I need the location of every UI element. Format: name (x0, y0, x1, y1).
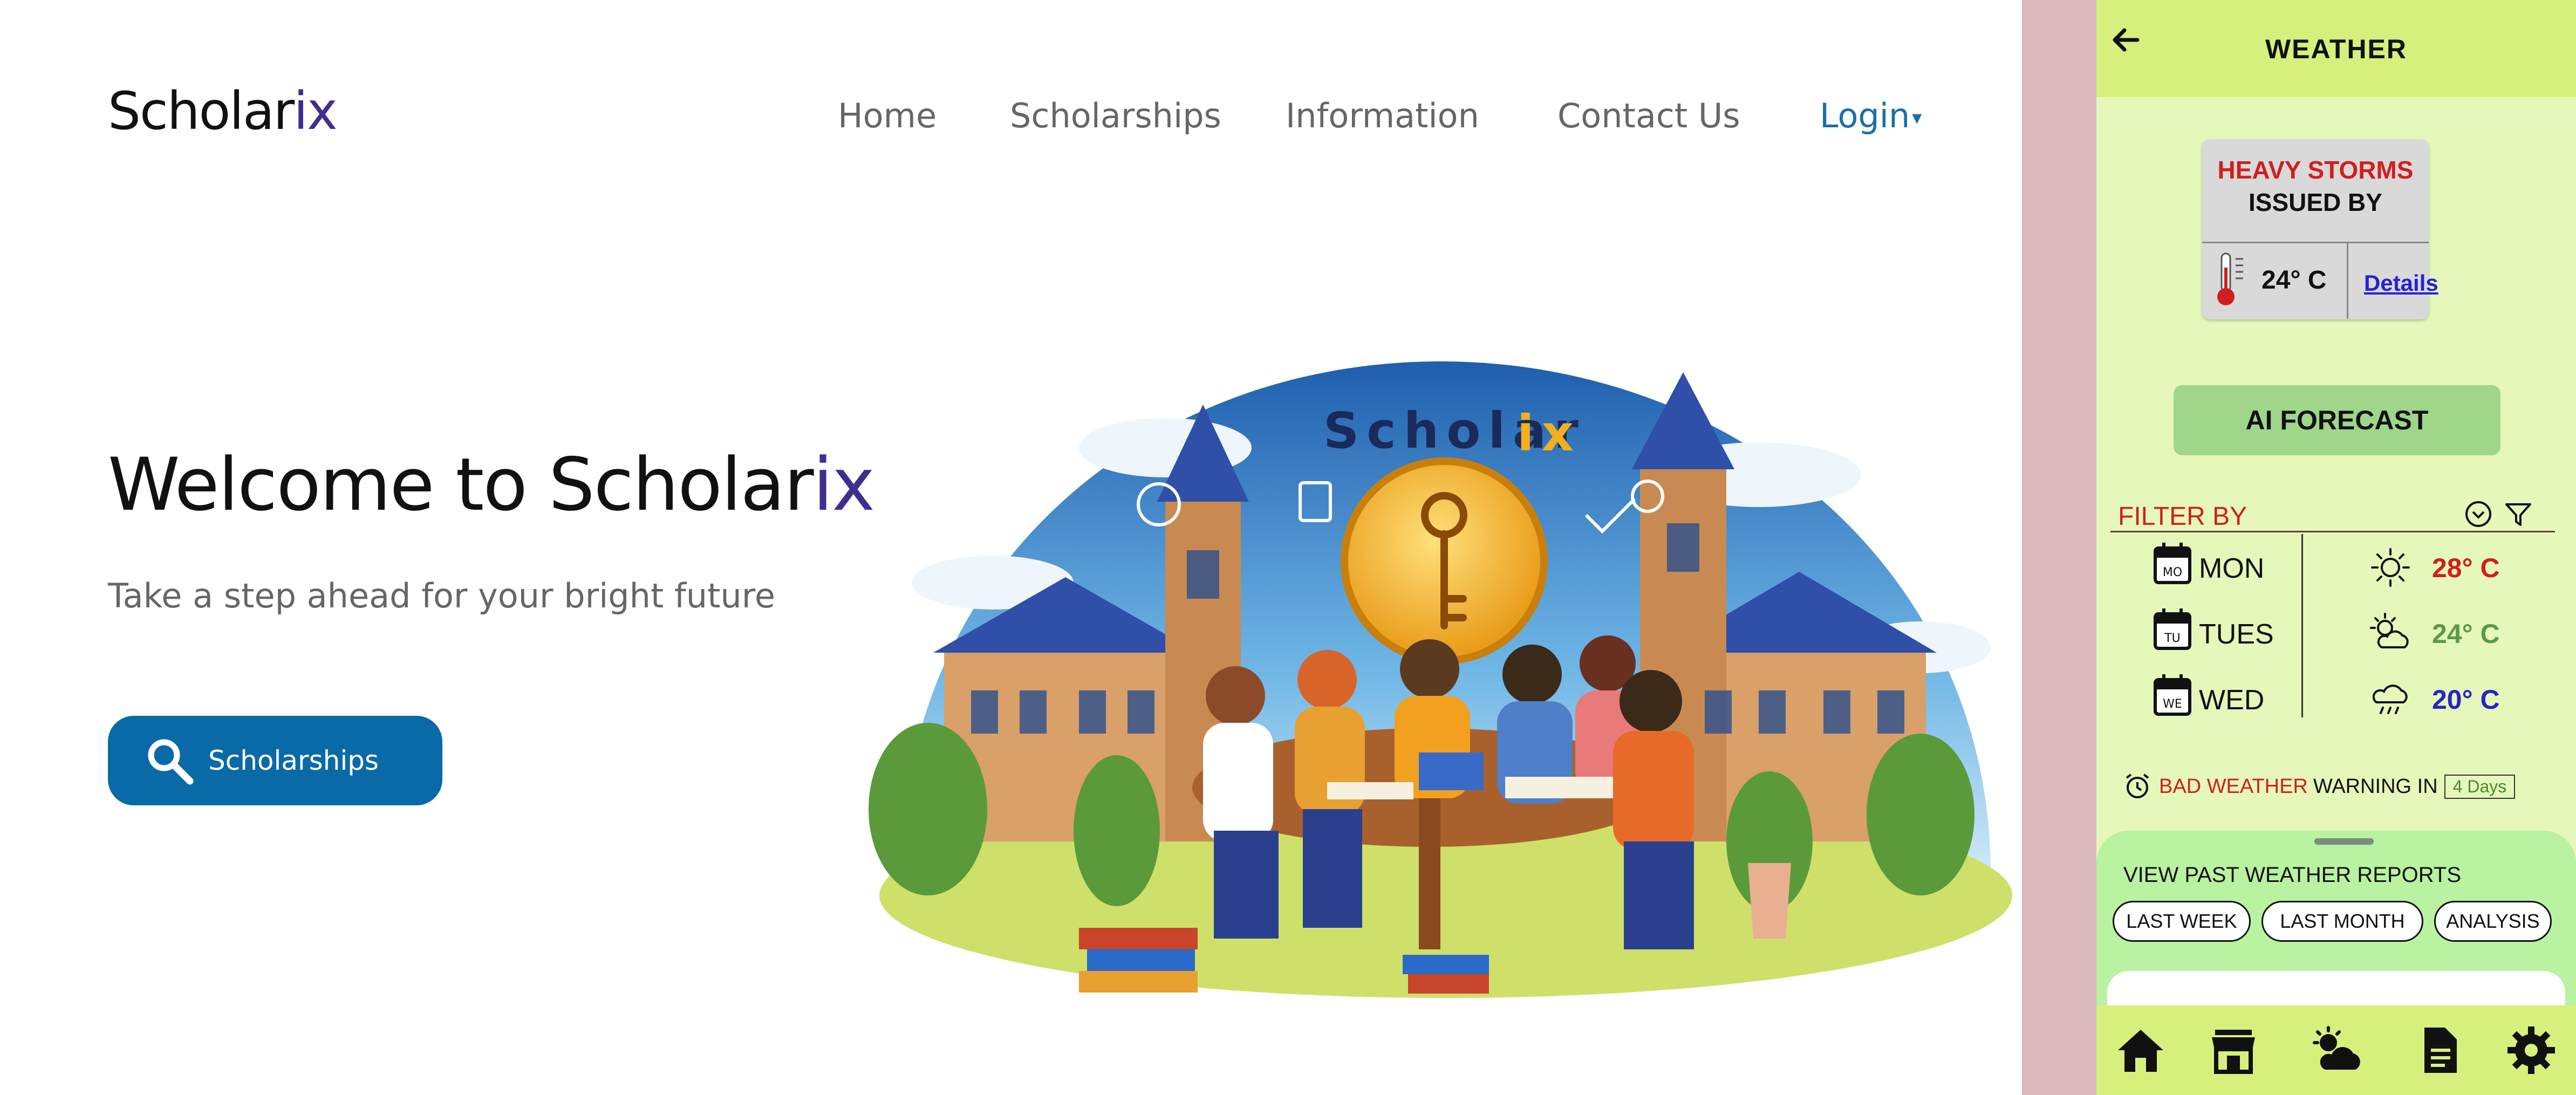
nav-contact-us[interactable]: Contact Us (1557, 96, 1740, 135)
filter-by-label: FILTER BY (2118, 502, 2247, 531)
rain-cloud-icon (2372, 685, 2408, 714)
svg-text:TU: TU (2164, 632, 2181, 645)
chip-last-week[interactable]: LAST WEEK (2113, 901, 2251, 942)
filter-icon[interactable] (2503, 499, 2533, 529)
day-label: TUES (2199, 619, 2274, 650)
weather-app-screen: WEATHER HEAVY STORMS ISSUED BY 24° C Det… (2096, 0, 2576, 1095)
temperature-value: 28° C (2432, 553, 2500, 583)
chevron-down-icon[interactable] (2463, 499, 2493, 529)
calendar-icon: WE (2154, 674, 2191, 716)
site-logo[interactable]: Scholarix (108, 81, 338, 141)
search-icon (148, 739, 194, 785)
details-link[interactable]: Details (2364, 270, 2438, 296)
calendar-icon: MO (2154, 543, 2191, 584)
caret-down-icon: ▾ (1912, 107, 1922, 129)
sun-icon (2371, 548, 2410, 587)
illustration-banner-accent: ix (1517, 405, 1581, 462)
weather-icon[interactable] (2308, 1024, 2364, 1076)
thermometer-icon (2211, 251, 2254, 313)
chip-analysis[interactable]: ANALYSIS (2434, 901, 2552, 942)
weather-title: WEATHER (2265, 34, 2408, 64)
chip-last-month[interactable]: LAST MONTH (2261, 901, 2423, 942)
forecast-row-wed[interactable]: WE WED 20° C (2096, 673, 2576, 733)
forecast-row-mon[interactable]: MO MON 28° C (2096, 542, 2576, 601)
hero-title: Welcome to Scholarix (108, 442, 875, 527)
divider-strip (2022, 0, 2096, 1095)
day-label: WED (2199, 685, 2265, 716)
nav-information[interactable]: Information (1286, 96, 1479, 135)
past-reports-title: VIEW PAST WEATHER REPORTS (2123, 863, 2462, 887)
login-dropdown[interactable]: Login ▾ (1820, 96, 1922, 135)
alarm-clock-icon (2126, 774, 2149, 798)
temperature-value: 24° C (2432, 619, 2500, 649)
svg-text:MO: MO (2163, 566, 2182, 579)
alert-issued-by: ISSUED BY (2249, 188, 2382, 216)
nav-home[interactable]: Home (838, 96, 937, 135)
sheet-drag-handle[interactable] (2314, 838, 2374, 845)
calendar-icon: TU (2154, 608, 2191, 650)
website-page: Scholarix Home Scholarships Information … (0, 0, 2022, 1095)
scholarships-button[interactable]: Scholarships (108, 716, 442, 805)
alert-headline: HEAVY STORMS (2217, 156, 2414, 184)
bottom-nav (2096, 1005, 2576, 1095)
store-icon[interactable] (2208, 1024, 2259, 1076)
weather-warning: BAD WEATHER WARNING IN 4 Days (2122, 771, 2516, 802)
alert-temperature: 24° C (2261, 266, 2327, 295)
document-icon[interactable] (2414, 1024, 2465, 1076)
nav-scholarships[interactable]: Scholarships (1010, 96, 1221, 135)
settings-gear-icon[interactable] (2505, 1024, 2557, 1076)
day-label: MON (2199, 553, 2265, 584)
scholarships-button-label: Scholarships (208, 745, 379, 776)
home-icon[interactable] (2115, 1024, 2167, 1076)
temperature-value: 20° C (2432, 685, 2500, 715)
warning-days-badge: 4 Days (2444, 774, 2516, 799)
hero-illustration: Scholar ix (863, 345, 2022, 1014)
svg-text:WE: WE (2163, 697, 2182, 711)
cloudy-sun-icon (2370, 613, 2409, 648)
storm-alert-card: HEAVY STORMS ISSUED BY 24° C Details (2202, 139, 2438, 319)
forecast-row-tues[interactable]: TU TUES 24° C (2096, 607, 2576, 667)
ai-forecast-button[interactable]: AI FORECAST (2174, 385, 2500, 455)
hero-subtitle: Take a step ahead for your bright future (108, 576, 775, 615)
weather-header: WEATHER (2096, 0, 2576, 97)
